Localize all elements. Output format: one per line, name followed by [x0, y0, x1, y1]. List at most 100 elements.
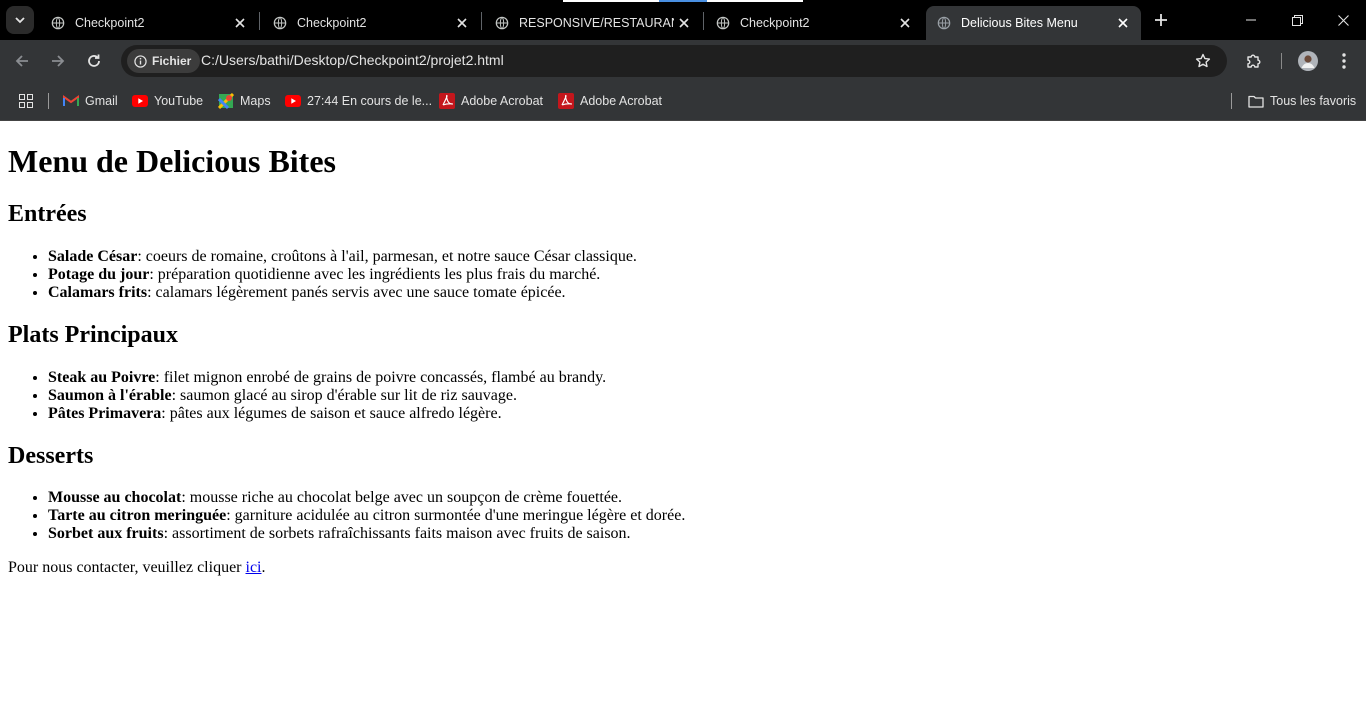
bookmark-label: Adobe Acrobat: [461, 94, 544, 108]
reload-button[interactable]: [81, 48, 107, 74]
menu-item-description: : assortiment de sorbets rafraîchissants…: [163, 525, 631, 542]
url-text[interactable]: C:/Users/bathi/Desktop/Checkpoint2/proje…: [201, 52, 504, 68]
tab-title: Checkpoint2: [297, 16, 367, 30]
all-bookmarks-button[interactable]: Tous les favoris: [1248, 91, 1356, 111]
close-icon: [1337, 14, 1349, 26]
youtube-icon: [132, 93, 148, 109]
acrobat-icon: [439, 93, 455, 109]
menu-item-name: Pâtes Primavera: [48, 405, 162, 422]
gmail-icon: [63, 93, 79, 109]
plus-icon: [1155, 14, 1167, 26]
bookmark-label: Maps: [240, 94, 271, 108]
extensions-button[interactable]: [1241, 48, 1267, 74]
menu-item: Calamars frits: calamars légèrement pané…: [48, 284, 637, 302]
menu-item-description: : coeurs de romaine, croûtons à l'ail, p…: [137, 248, 637, 265]
tab-responsive-restaurant[interactable]: RESPONSIVE/RESTAURANT: [484, 6, 702, 40]
section-heading-desserts: Desserts: [8, 443, 94, 469]
bookmark-maps[interactable]: Maps: [218, 91, 271, 111]
menu-item-name: Potage du jour: [48, 266, 150, 283]
restore-icon: [1291, 14, 1303, 26]
menu-item-description: : filet mignon enrobé de grains de poivr…: [155, 369, 607, 386]
menu-item: Saumon à l'érable: saumon glacé au sirop…: [48, 387, 606, 405]
more-vertical-icon: [1342, 53, 1346, 69]
contact-end: .: [261, 559, 266, 576]
bookmarks-separator: [1231, 93, 1232, 109]
minimize-button[interactable]: [1228, 0, 1274, 40]
section-heading-plats-principaux: Plats Principaux: [8, 322, 179, 348]
star-icon[interactable]: [1193, 51, 1213, 71]
bookmark-youtube-video[interactable]: 27:44 En cours de le...: [285, 91, 432, 111]
arrow-right-icon: [52, 55, 65, 67]
back-button[interactable]: [9, 48, 35, 74]
menu-item-description: : garniture acidulée au citron surmontée…: [226, 507, 686, 524]
plats-principaux-list: Steak au Poivre: filet mignon enrobé de …: [8, 369, 606, 423]
menu-button[interactable]: [1331, 48, 1357, 74]
close-tab-icon[interactable]: [895, 13, 915, 33]
chevron-down-icon: [15, 17, 25, 24]
menu-item-description: : calamars légèrement panés servis avec …: [147, 284, 566, 301]
page-title: Menu de Delicious Bites: [8, 143, 336, 179]
close-tab-icon[interactable]: [1113, 13, 1133, 33]
globe-icon: [273, 16, 287, 30]
menu-item: Mousse au chocolat: mousse riche au choc…: [48, 489, 685, 507]
bookmark-gmail[interactable]: Gmail: [63, 91, 118, 111]
menu-item-description: : préparation quotidienne avec les ingré…: [149, 266, 601, 283]
menu-item: Potage du jour: préparation quotidienne …: [48, 266, 637, 284]
tab-title: Checkpoint2: [75, 16, 145, 30]
menu-item-description: : pâtes aux légumes de saison et sauce a…: [161, 405, 502, 422]
globe-icon: [937, 16, 951, 30]
site-info-chip[interactable]: Fichier: [127, 49, 201, 73]
tab-checkpoint2-1[interactable]: Checkpoint2: [40, 6, 258, 40]
menu-item-name: Tarte au citron meringuée: [48, 507, 227, 524]
menu-item-description: : saumon glacé au sirop d'érable sur lit…: [171, 387, 517, 404]
page-content: Menu de Delicious Bites Entrées Salade C…: [0, 121, 1366, 728]
menu-item: Pâtes Primavera: pâtes aux légumes de sa…: [48, 405, 606, 423]
entrees-list: Salade César: coeurs de romaine, croûton…: [8, 248, 637, 302]
menu-item-name: Mousse au chocolat: [48, 489, 182, 506]
tab-delicious-bites-menu[interactable]: Delicious Bites Menu: [926, 6, 1141, 40]
tab-checkpoint2-2[interactable]: Checkpoint2: [262, 6, 480, 40]
globe-icon: [495, 16, 509, 30]
toolbar-separator: [1281, 53, 1282, 69]
bookmark-youtube[interactable]: YouTube: [132, 91, 203, 111]
globe-icon: [716, 16, 730, 30]
menu-item-name: Saumon à l'érable: [48, 387, 172, 404]
bookmark-adobe-acrobat-1[interactable]: Adobe Acrobat: [439, 91, 543, 111]
close-tab-icon[interactable]: [674, 13, 694, 33]
bookmark-adobe-acrobat-2[interactable]: Adobe Acrobat: [558, 91, 662, 111]
menu-item-name: Steak au Poivre: [48, 369, 156, 386]
profile-button[interactable]: [1295, 48, 1321, 74]
apps-button[interactable]: [18, 91, 40, 111]
loading-indicator-accent: [659, 0, 707, 2]
tab-checkpoint2-3[interactable]: Checkpoint2: [705, 6, 923, 40]
reload-icon: [88, 54, 100, 67]
avatar: [1298, 51, 1318, 71]
youtube-icon: [285, 93, 301, 109]
all-bookmarks-label: Tous les favoris: [1270, 94, 1357, 108]
forward-button[interactable]: [45, 48, 71, 74]
menu-item: Tarte au citron meringuée: garniture aci…: [48, 507, 685, 525]
menu-item-name: Sorbet aux fruits: [48, 525, 164, 542]
menu-item-name: Salade César: [48, 248, 138, 265]
new-tab-button[interactable]: [1149, 8, 1173, 32]
minimize-icon: [1246, 19, 1256, 21]
browser-toolbar: Fichier C:/Users/bathi/Desktop/Checkpoin…: [0, 40, 1366, 82]
arrow-left-icon: [15, 55, 28, 67]
tab-separator: [481, 12, 482, 30]
contact-link[interactable]: ici: [246, 559, 262, 576]
tab-search-button[interactable]: [6, 6, 34, 34]
tab-title: Delicious Bites Menu: [961, 16, 1078, 30]
restore-button[interactable]: [1274, 0, 1320, 40]
tab-title: RESPONSIVE/RESTAURANT: [519, 16, 674, 30]
tab-title: Checkpoint2: [740, 16, 810, 30]
bookmarks-bar: Gmail YouTube Maps 27:44 En cours de le.…: [0, 82, 1366, 121]
close-window-button[interactable]: [1320, 0, 1366, 40]
bookmarks-separator: [48, 93, 49, 109]
info-icon: [134, 54, 147, 68]
address-bar[interactable]: Fichier C:/Users/bathi/Desktop/Checkpoin…: [121, 45, 1227, 77]
close-tab-icon[interactable]: [452, 13, 472, 33]
section-heading-entrees: Entrées: [8, 201, 87, 227]
maps-icon: [218, 93, 234, 109]
globe-icon: [51, 16, 65, 30]
close-tab-icon[interactable]: [230, 13, 250, 33]
